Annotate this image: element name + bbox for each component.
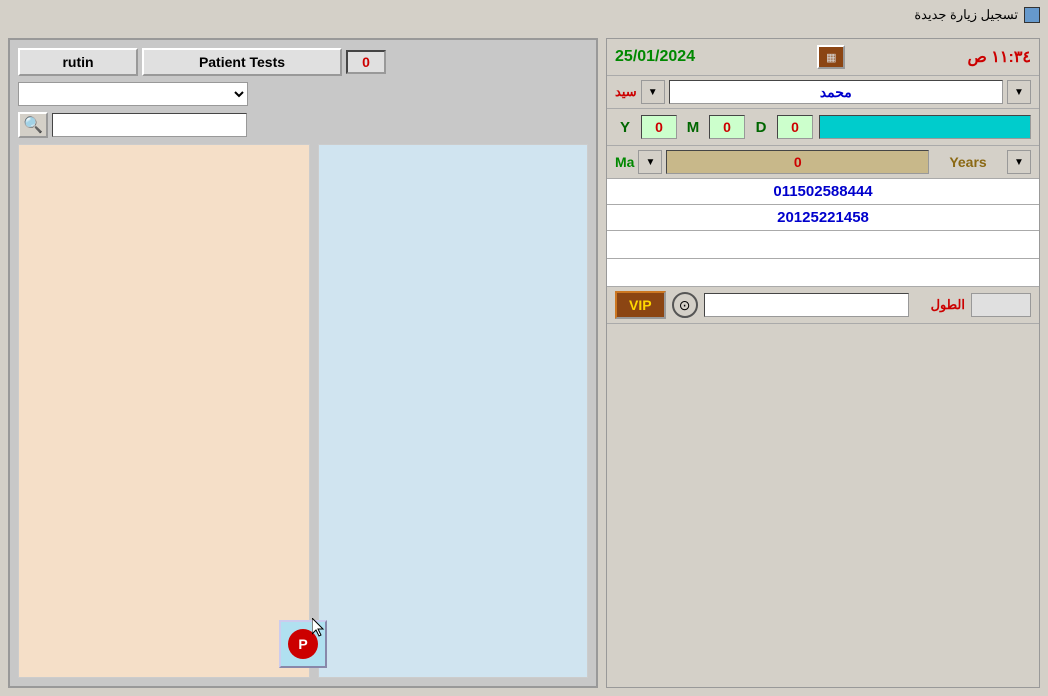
name-dropdown-right[interactable]: ▼ <box>641 80 665 104</box>
phone1-value: 011502588444 <box>615 183 1031 200</box>
years-value: 0 <box>666 150 929 174</box>
chevron-down-icon: ▼ <box>1014 87 1024 98</box>
phone1-row: 011502588444 <box>607 179 1039 205</box>
print-icon: P <box>288 629 318 659</box>
phone2-value: 20125221458 <box>615 209 1031 226</box>
m-label: M <box>683 119 703 136</box>
search-icon: 🔍 <box>23 115 43 135</box>
m-value: 0 <box>709 115 745 139</box>
search-button[interactable]: 🔍 <box>18 112 48 138</box>
years-dropdown-right[interactable]: ▼ <box>638 150 662 174</box>
title-bar: تسجيل زيارة جديدة <box>0 0 1048 30</box>
app-icon <box>1024 7 1040 23</box>
name-dropdown-left[interactable]: ▼ <box>1007 80 1031 104</box>
chevron-down-icon-3: ▼ <box>1014 157 1024 168</box>
title-bar-text: تسجيل زيارة جديدة <box>914 7 1018 23</box>
years-row: ▼ Years 0 ▼ Ma <box>607 146 1039 179</box>
ma-label: Ma <box>615 154 634 170</box>
time-display: ١١:٣٤ ص <box>968 47 1032 67</box>
empty-row-1 <box>607 231 1039 259</box>
rutin-button[interactable]: rutin <box>18 48 138 76</box>
name-input[interactable] <box>669 80 1003 104</box>
calendar-icon: ▦ <box>826 51 836 64</box>
ymd-row: 0 D 0 M 0 Y <box>607 109 1039 146</box>
top-buttons-row: rutin Patient Tests 0 <box>18 48 588 76</box>
y-value: 0 <box>641 115 677 139</box>
years-dropdown-left[interactable]: ▼ <box>1007 150 1031 174</box>
content-area <box>18 144 588 678</box>
height-input[interactable] <box>704 293 909 317</box>
y-label: Y <box>615 119 635 136</box>
right-panel: ١١:٣٤ ص ▦ 25/01/2024 ▼ ▼ سید 0 D 0 M 0 Y <box>606 38 1040 688</box>
patient-tests-button[interactable]: Patient Tests <box>142 48 342 76</box>
vip-row: الطول ⊙ VIP <box>607 287 1039 324</box>
name-label: سید <box>615 84 637 100</box>
blue-panel <box>318 144 588 678</box>
d-label: D <box>751 119 771 136</box>
phone2-row: 20125221458 <box>607 205 1039 231</box>
category-dropdown[interactable] <box>18 82 248 106</box>
name-row: ▼ ▼ سید <box>607 76 1039 109</box>
target-button[interactable]: ⊙ <box>672 292 698 318</box>
chevron-down-icon-4: ▼ <box>646 157 656 168</box>
print-button[interactable]: P <box>279 620 327 668</box>
age-extra-field <box>819 115 1031 139</box>
search-row: 🔍 <box>18 112 588 138</box>
chevron-down-icon-2: ▼ <box>648 87 658 98</box>
vip-extra-right <box>971 293 1031 317</box>
main-container: rutin Patient Tests 0 🔍 P <box>0 30 1048 696</box>
vip-button[interactable]: VIP <box>615 291 666 319</box>
header-row: ١١:٣٤ ص ▦ 25/01/2024 <box>607 39 1039 76</box>
dropdown-row <box>18 82 588 106</box>
calendar-button[interactable]: ▦ <box>817 45 845 69</box>
tests-count-badge: 0 <box>346 50 386 74</box>
search-input[interactable] <box>52 113 247 137</box>
years-label: Years <box>933 154 1003 170</box>
empty-row-2 <box>607 259 1039 287</box>
bottom-area: P <box>10 612 596 676</box>
peach-panel <box>18 144 310 678</box>
date-display: 25/01/2024 <box>615 48 695 66</box>
left-panel: rutin Patient Tests 0 🔍 P <box>8 38 598 688</box>
target-icon-symbol: ⊙ <box>679 297 691 314</box>
d-value: 0 <box>777 115 813 139</box>
height-label: الطول <box>915 297 965 313</box>
